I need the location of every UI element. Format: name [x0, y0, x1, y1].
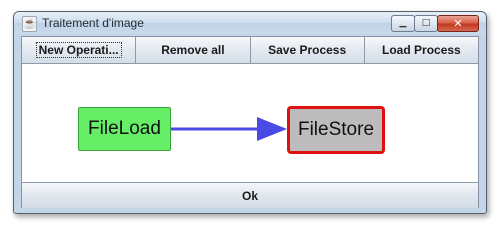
save-process-label: Save Process: [268, 43, 347, 57]
ok-label: Ok: [241, 188, 258, 203]
maximize-icon: □: [421, 18, 431, 28]
graph-canvas[interactable]: FileLoad FileStore: [22, 64, 478, 179]
minimize-button[interactable]: ▁: [391, 15, 415, 32]
save-process-button[interactable]: Save Process: [250, 37, 365, 63]
node-filestore[interactable]: FileStore: [287, 106, 385, 154]
close-button[interactable]: ✕: [437, 15, 479, 32]
node-fileload-label: FileLoad: [88, 118, 161, 139]
title-bar[interactable]: ☕ Traitement d'image ▁ □ ✕: [14, 12, 486, 34]
load-process-button[interactable]: Load Process: [364, 37, 478, 63]
node-fileload[interactable]: FileLoad: [78, 107, 171, 151]
new-operation-label: New Operati...: [35, 42, 122, 58]
load-process-label: Load Process: [382, 43, 461, 57]
toolbar: New Operati... Remove all Save Process L…: [22, 37, 478, 64]
new-operation-button[interactable]: New Operati...: [22, 37, 137, 63]
client-area: New Operati... Remove all Save Process L…: [21, 36, 479, 208]
maximize-button[interactable]: □: [414, 15, 438, 32]
ok-button[interactable]: Ok: [22, 182, 478, 208]
remove-all-button[interactable]: Remove all: [136, 37, 251, 63]
close-icon: ✕: [453, 17, 463, 30]
window-title: Traitement d'image: [42, 16, 144, 30]
minimize-icon: ▁: [399, 18, 407, 28]
java-cup-icon: ☕: [22, 16, 37, 32]
node-filestore-label: FileStore: [297, 119, 375, 140]
app-window: ☕ Traitement d'image ▁ □ ✕ New Operati..…: [13, 11, 487, 214]
remove-all-label: Remove all: [161, 43, 225, 57]
